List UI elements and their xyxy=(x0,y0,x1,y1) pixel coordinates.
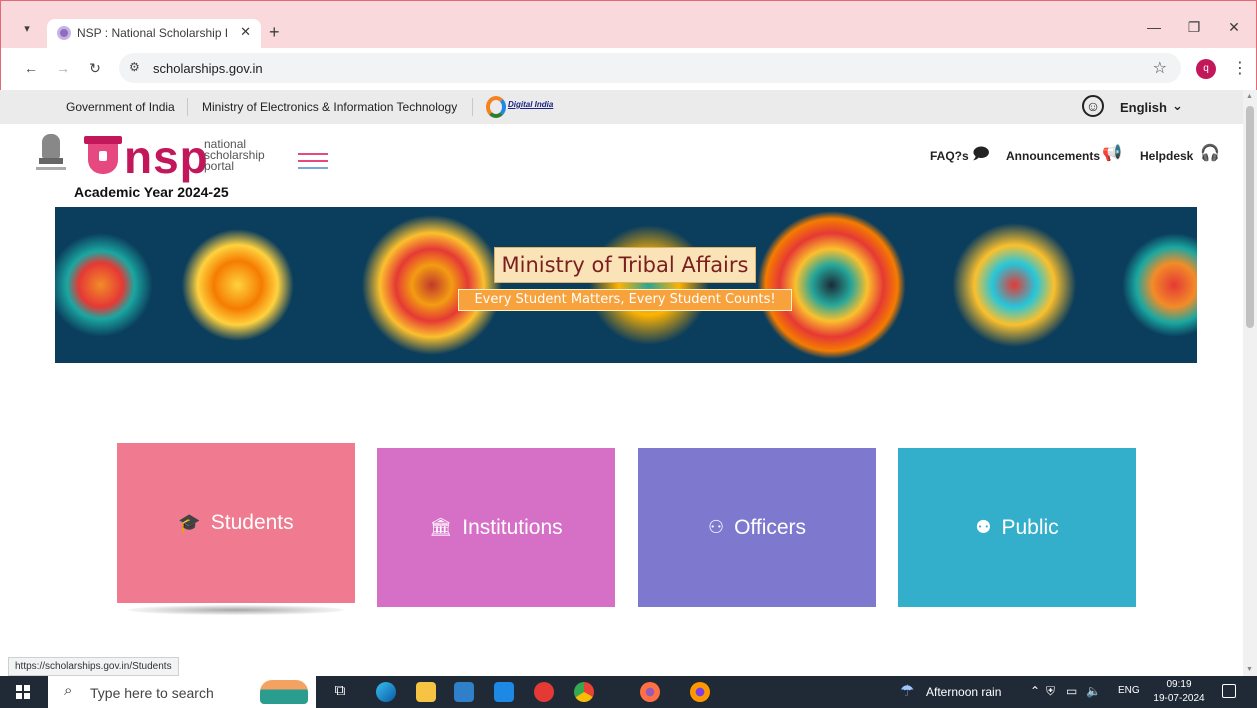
language-select[interactable]: English xyxy=(1120,100,1167,115)
site-settings-icon[interactable]: ⚙ xyxy=(129,60,140,74)
weather-rain-icon[interactable]: ☂ xyxy=(900,681,914,701)
search-highlight-icon[interactable] xyxy=(260,680,308,704)
chevron-up-icon[interactable]: ⌃ xyxy=(1030,684,1040,698)
digital-india-swirl-icon xyxy=(486,96,506,118)
megaphone-icon[interactable]: 📢 xyxy=(1102,143,1122,163)
new-tab-button[interactable]: + xyxy=(269,23,280,41)
hero-banner xyxy=(55,207,1197,363)
store-icon[interactable] xyxy=(454,682,474,702)
windows-start-icon[interactable] xyxy=(16,685,30,699)
close-window-icon[interactable]: ✕ xyxy=(1219,19,1249,36)
nsp-shield-icon xyxy=(84,136,122,174)
firefox-alt-icon[interactable] xyxy=(690,682,710,702)
institution-icon: 🏛 xyxy=(429,517,453,537)
officers-label: Officers xyxy=(734,515,807,539)
scroll-down-icon[interactable]: ▼ xyxy=(1246,666,1253,673)
digital-india-logo[interactable]: Digital India xyxy=(486,95,562,119)
bookmark-star-icon[interactable]: ☆ xyxy=(1153,58,1167,78)
security-icon[interactable]: ⛨ xyxy=(1046,684,1055,699)
nsp-logo-text[interactable]: nsp xyxy=(124,134,209,180)
scroll-up-icon[interactable]: ▲ xyxy=(1246,93,1253,100)
reload-icon[interactable]: ↻ xyxy=(85,60,105,77)
institutions-label: Institutions xyxy=(462,515,563,539)
nsp-logo-subtitle: national scholarship portal xyxy=(204,138,265,173)
divider xyxy=(472,98,473,116)
institutions-tile[interactable]: 🏛 Institutions xyxy=(377,448,615,607)
gov-of-india-link[interactable]: Government of India xyxy=(66,100,175,114)
emblem-motto xyxy=(36,167,66,170)
nsp-sub-line-3: portal xyxy=(204,159,235,173)
headset-icon[interactable]: 🎧 xyxy=(1200,143,1220,163)
weather-text[interactable]: Afternoon rain xyxy=(926,685,1001,699)
browser-toolbar: ← → ↻ ⚙ scholarships.gov.in ☆ xyxy=(0,48,1257,90)
profile-avatar[interactable]: q xyxy=(1196,59,1216,79)
mail-icon[interactable] xyxy=(494,682,514,702)
back-arrow-icon[interactable]: ← xyxy=(21,60,41,76)
status-bar-url: https://scholarships.gov.in/Students xyxy=(8,657,179,676)
accessibility-icon[interactable]: ☺ xyxy=(1082,95,1104,117)
tile-shadow xyxy=(128,605,344,615)
public-tile[interactable]: ⚉ Public xyxy=(898,448,1136,607)
forward-arrow-icon[interactable]: → xyxy=(53,60,73,76)
meity-link[interactable]: Ministry of Electronics & Information Te… xyxy=(202,100,457,114)
banner-tagline: Every Student Matters, Every Student Cou… xyxy=(458,289,792,311)
public-label: Public xyxy=(1001,515,1059,539)
gov-strip: Government of India Ministry of Electron… xyxy=(0,90,1243,124)
tab-search-button[interactable]: ▾ xyxy=(17,19,37,39)
graduation-cap-icon: 🎓 xyxy=(178,512,201,533)
page-scrollbar[interactable]: ▲ ▼ xyxy=(1243,90,1257,676)
clock-time: 09:19 xyxy=(1166,679,1192,690)
scrollbar-thumb[interactable] xyxy=(1246,106,1254,328)
emblem-lions xyxy=(42,134,60,158)
address-bar[interactable]: ⚙ scholarships.gov.in ☆ xyxy=(119,53,1181,83)
tab-title: NSP : National Scholarship Port xyxy=(77,26,227,40)
emblem-base xyxy=(39,158,63,164)
firefox-icon[interactable] xyxy=(640,682,660,702)
taskbar-clock[interactable]: 09:19 19-07-2024 xyxy=(1152,678,1206,706)
tab-close-icon[interactable]: ✕ xyxy=(240,24,251,40)
users-icon: ⚉ xyxy=(975,517,992,537)
volume-icon[interactable]: 🔈 xyxy=(1086,684,1101,698)
edge-icon[interactable] xyxy=(376,682,396,702)
windows-taskbar: ⌕ Type here to search ⧉ ☂ Afternoon rain… xyxy=(0,676,1257,708)
nsp-favicon-icon xyxy=(57,26,71,40)
file-explorer-icon[interactable] xyxy=(416,682,436,702)
user-icon: ⚇ xyxy=(707,517,725,537)
students-label: Students xyxy=(210,511,294,534)
students-tile[interactable]: 🎓 Students xyxy=(117,443,355,603)
digital-india-text: Digital India xyxy=(508,100,554,109)
taskbar-search-placeholder[interactable]: Type here to search xyxy=(90,685,214,701)
minimize-icon[interactable]: — xyxy=(1139,19,1169,35)
academic-year-label: Academic Year 2024-25 xyxy=(74,184,229,200)
announcements-link[interactable]: Announcements xyxy=(1006,149,1100,163)
browser-tab-nsp[interactable]: NSP : National Scholarship Port ✕ xyxy=(47,19,261,49)
taskbar-search[interactable]: ⌕ Type here to search xyxy=(48,676,316,708)
input-language[interactable]: ENG xyxy=(1118,685,1140,696)
officers-tile[interactable]: ⚇ Officers xyxy=(638,448,876,607)
divider xyxy=(187,98,188,116)
url-text[interactable]: scholarships.gov.in xyxy=(153,61,263,76)
restore-icon[interactable]: ❐ xyxy=(1179,19,1209,36)
browser-menu-icon[interactable]: ⋮ xyxy=(1232,58,1248,78)
task-view-icon[interactable]: ⧉ xyxy=(330,682,350,702)
chevron-down-icon[interactable]: ⌄ xyxy=(1172,98,1183,114)
national-emblem-logo xyxy=(36,134,66,176)
faq-link[interactable]: FAQ?s xyxy=(930,149,969,163)
notification-icon[interactable] xyxy=(1222,684,1236,698)
hamburger-menu-icon[interactable] xyxy=(298,153,328,175)
chat-bubble-icon[interactable]: 🗩 xyxy=(972,143,990,170)
banner-title: Ministry of Tribal Affairs xyxy=(494,247,756,283)
helpdesk-link[interactable]: Helpdesk xyxy=(1140,149,1193,163)
network-icon[interactable]: ▭ xyxy=(1066,684,1077,698)
opera-icon[interactable] xyxy=(534,682,554,702)
search-icon: ⌕ xyxy=(64,682,73,699)
clock-date: 19-07-2024 xyxy=(1153,693,1205,704)
chrome-icon[interactable] xyxy=(574,682,594,702)
browser-tabstrip: ▾ NSP : National Scholarship Port ✕ + — … xyxy=(0,0,1257,49)
